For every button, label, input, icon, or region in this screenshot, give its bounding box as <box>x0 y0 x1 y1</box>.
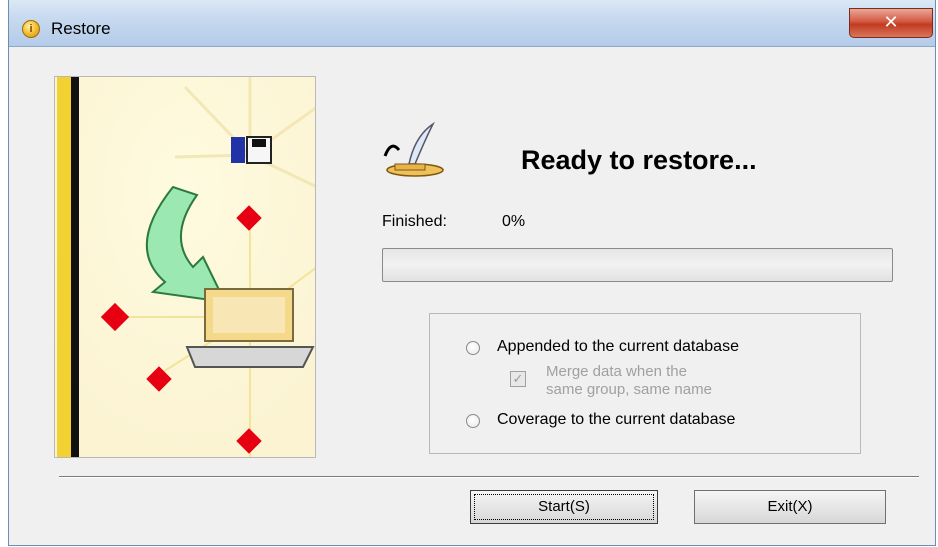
quill-icon <box>383 121 444 177</box>
finished-label: Finished: <box>382 213 447 230</box>
append-radio-label[interactable]: Appended to the current database <box>497 338 739 356</box>
restore-banner-illustration <box>54 76 316 458</box>
coverage-radio[interactable] <box>466 414 480 428</box>
start-button[interactable]: Start(S) <box>470 490 658 524</box>
finished-percent: 0% <box>502 213 526 230</box>
merge-checkbox[interactable]: ✓ <box>510 371 526 387</box>
window-title: Restore <box>51 19 111 38</box>
exit-button[interactable]: Exit(X) <box>694 490 886 524</box>
merge-label-line2: same group, same name <box>546 381 712 398</box>
restore-window: i Restore ✕ Ready to restore... Finished… <box>8 0 936 546</box>
info-icon: i <box>22 20 40 38</box>
restore-mode-group: Appended to the current database ✓ Merge… <box>429 313 861 454</box>
status-heading: Ready to restore... <box>521 145 757 175</box>
title-bar[interactable]: i Restore ✕ <box>9 0 935 47</box>
merge-label-line1: Merge data when the <box>546 363 687 380</box>
footer-separator <box>59 476 919 478</box>
close-button[interactable]: ✕ <box>849 8 933 38</box>
coverage-radio-label[interactable]: Coverage to the current database <box>497 411 735 429</box>
close-icon: ✕ <box>883 12 899 32</box>
append-radio[interactable] <box>466 341 480 355</box>
restore-progress-bar <box>382 248 893 282</box>
